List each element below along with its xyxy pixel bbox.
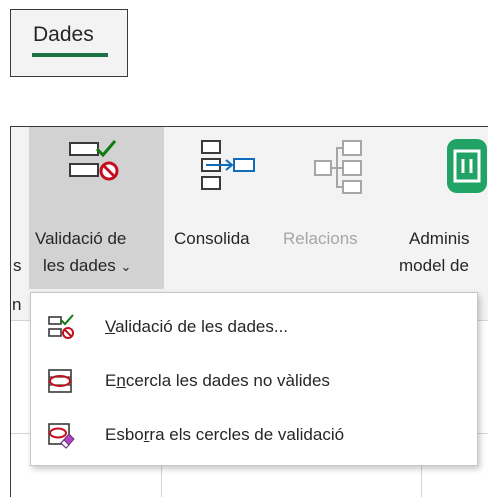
data-tab[interactable]: Dades: [10, 9, 128, 77]
previous-button-label-fragment: s: [13, 256, 22, 275]
data-validation-label-line1: Validació de: [35, 229, 127, 248]
menu-item-clear-validation-circles[interactable]: Esborra els cercles de validació: [31, 411, 477, 459]
consolidate-button[interactable]: Consolida: [166, 127, 276, 289]
menu-item-label: Validació de les dades...: [105, 317, 289, 336]
data-validation-dropdown-menu: Validació de les dades... Encercla les d…: [30, 292, 478, 466]
relationships-label: Relacions: [283, 229, 358, 248]
manage-data-model-button[interactable]: Adminis model de: [399, 127, 488, 289]
clear-validation-circles-icon: [48, 423, 75, 449]
menu-item-mnemonic: n: [116, 371, 126, 390]
relationships-button[interactable]: Relacions: [279, 127, 391, 289]
group-label-fragment: n: [12, 295, 22, 314]
data-validation-icon: [48, 314, 74, 339]
menu-item-mnemonic: V: [105, 317, 116, 336]
data-validation-label-line2: les dades ⌄: [43, 256, 132, 275]
chevron-down-icon: ⌄: [120, 259, 132, 274]
data-tab-active-underline: [32, 53, 108, 57]
data-validation-icon: [69, 140, 119, 181]
relationships-icon: [314, 140, 362, 194]
menu-item-label: Esborra els cercles de validació: [105, 425, 345, 444]
menu-item-data-validation[interactable]: Validació de les dades...: [31, 303, 477, 351]
data-model-icon: [447, 139, 487, 193]
menu-item-mnemonic: r: [143, 425, 150, 444]
menu-item-label: Encercla les dades no vàlides: [105, 371, 330, 390]
data-validation-split-button[interactable]: Validació de les dades ⌄: [29, 127, 164, 289]
manage-data-model-label-line1: Adminis: [409, 229, 470, 248]
consolidate-label: Consolida: [174, 229, 250, 248]
manage-data-model-label-line2: model de: [399, 256, 469, 275]
data-tab-label: Dades: [33, 23, 94, 46]
menu-item-circle-invalid-data[interactable]: Encercla les dades no vàlides: [31, 357, 477, 405]
circle-invalid-data-icon: [48, 369, 72, 393]
consolidate-icon: [201, 140, 255, 190]
